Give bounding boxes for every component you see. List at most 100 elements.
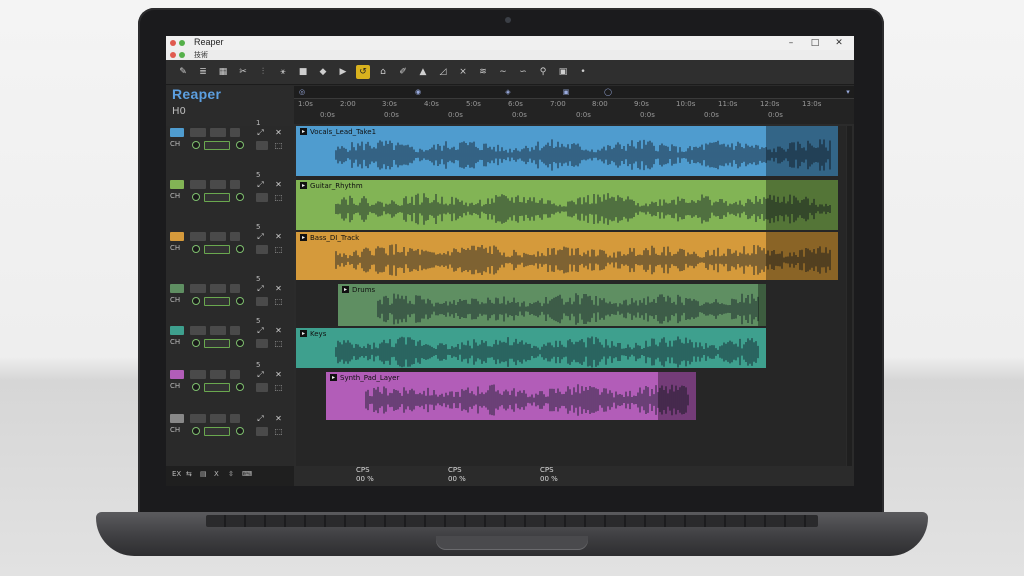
fx-knob[interactable] [236,297,244,305]
mute-button[interactable] [190,370,206,379]
envelope-icon[interactable]: ⬚ [274,245,283,254]
cross-icon[interactable]: ✕ [274,128,283,137]
vertical-scrollbar[interactable] [847,126,852,466]
home-icon[interactable]: ⌂ [376,65,390,79]
minimize-button[interactable]: – [782,36,800,50]
maximize-button[interactable]: □ [806,36,824,50]
envelope-icon[interactable]: ⬚ [274,141,283,150]
snap-icon[interactable]: ⚲ [536,65,550,79]
pan-knob[interactable] [192,297,200,305]
close-dot[interactable] [170,40,176,46]
track-name-button[interactable] [170,326,184,335]
mute-button[interactable] [190,284,206,293]
close-button[interactable]: ✕ [830,36,848,50]
media-item-drums[interactable]: ▸ Drums [338,284,766,326]
solo-button[interactable] [210,326,226,335]
arrange-view[interactable]: ▸ Vocals_Lead_Take1 ▸ Guitar_Rhythm ▸ Bass_DI… [296,126,846,466]
arm-button[interactable] [230,370,240,379]
pan-knob[interactable] [192,193,200,201]
zoom-dot[interactable] [179,40,185,46]
solo-button[interactable] [210,128,226,137]
route-icon[interactable]: ∽ [516,65,530,79]
menu-label[interactable]: 技術 [194,50,208,60]
fx-knob[interactable] [236,427,244,435]
envelope-icon[interactable]: ⬚ [274,427,283,436]
status-icon[interactable]: X [214,470,219,478]
arm-button[interactable] [230,414,240,423]
timeline-ruler[interactable]: ◎ ◉ ◈ ▣ ◯ ▾ 1:0s 2:00 3:0s 4:0s 5:0s 6:0s 7:00 8:00 9… [294,86,854,124]
media-item-guitar[interactable]: ▸ Guitar_Rhythm [296,180,838,230]
status-icon[interactable]: ⇳ [228,470,234,478]
wave-icon[interactable]: ≋ [476,65,490,79]
timeline-marker-icon[interactable]: ◉ [414,88,422,96]
record-icon[interactable]: ◆ [316,65,330,79]
fade-out-region[interactable] [658,372,696,420]
envelope-icon[interactable]: ⬚ [274,339,283,348]
fx-knob[interactable] [236,383,244,391]
arm-button[interactable] [230,180,240,189]
cross-icon[interactable]: ✕ [274,284,283,293]
volume-fader[interactable] [204,297,230,306]
track-name-button[interactable] [170,370,184,379]
status-icon[interactable]: ⇆ [186,470,192,478]
stop-icon[interactable]: ■ [296,65,310,79]
io-button[interactable] [256,193,268,202]
route-icon[interactable]: ⤢ [256,232,265,241]
timeline-marker-icon[interactable]: ◎ [298,88,306,96]
status-icon[interactable]: EX [172,470,181,478]
fx-icon[interactable]: ⚹ [276,65,290,79]
io-button[interactable] [256,297,268,306]
crossfade-icon[interactable]: ⨯ [456,65,470,79]
track-name-button[interactable] [170,284,184,293]
fx-knob[interactable] [236,141,244,149]
pan-knob[interactable] [192,383,200,391]
track-name-button[interactable] [170,128,184,137]
cross-icon[interactable]: ✕ [274,232,283,241]
mute-button[interactable] [190,326,206,335]
arm-button[interactable] [230,128,240,137]
metronome-icon[interactable]: ▣ [556,65,570,79]
cross-icon[interactable]: ✕ [274,414,283,423]
io-button[interactable] [256,383,268,392]
fade-out-region[interactable] [766,232,838,280]
fade-out-region[interactable] [758,284,766,326]
grid-icon[interactable]: ▦ [216,65,230,79]
solo-button[interactable] [210,232,226,241]
tilde-icon[interactable]: ∼ [496,65,510,79]
io-button[interactable] [256,245,268,254]
route-icon[interactable]: ⤢ [256,326,265,335]
split-icon[interactable]: ⫶ [256,65,270,79]
cross-icon[interactable]: ✕ [274,326,283,335]
fx-knob[interactable] [236,193,244,201]
status-icon[interactable]: ⌨ [242,470,252,478]
route-icon[interactable]: ⤢ [256,370,265,379]
envelope-icon[interactable]: ⬚ [274,383,283,392]
loop-icon[interactable]: ↺ [356,65,370,79]
pan-knob[interactable] [192,141,200,149]
pan-knob[interactable] [192,427,200,435]
media-item-bass[interactable]: ▸ Bass_DI_Track [296,232,838,280]
io-button[interactable] [256,339,268,348]
arm-button[interactable] [230,326,240,335]
solo-button[interactable] [210,370,226,379]
media-item-keys[interactable]: ▸ Keys [296,328,766,368]
mute-button[interactable] [190,414,206,423]
volume-fader[interactable] [204,339,230,348]
route-icon[interactable]: ⤢ [256,180,265,189]
volume-fader[interactable] [204,193,230,202]
track-name-button[interactable] [170,180,184,189]
solo-button[interactable] [210,414,226,423]
cross-icon[interactable]: ✕ [274,180,283,189]
route-icon[interactable]: ⤢ [256,284,265,293]
pan-knob[interactable] [192,245,200,253]
fx-knob[interactable] [236,245,244,253]
volume-fader[interactable] [204,427,230,436]
mute-button[interactable] [190,180,206,189]
timeline-marker-icon[interactable]: ◯ [604,88,612,96]
io-button[interactable] [256,141,268,150]
fade-out-region[interactable] [766,180,838,230]
media-item-synth[interactable]: ▸ Synth_Pad_Layer [326,372,696,420]
status-icon[interactable]: ▤ [200,470,207,478]
io-button[interactable] [256,427,268,436]
brush-icon[interactable]: ≣ [196,65,210,79]
